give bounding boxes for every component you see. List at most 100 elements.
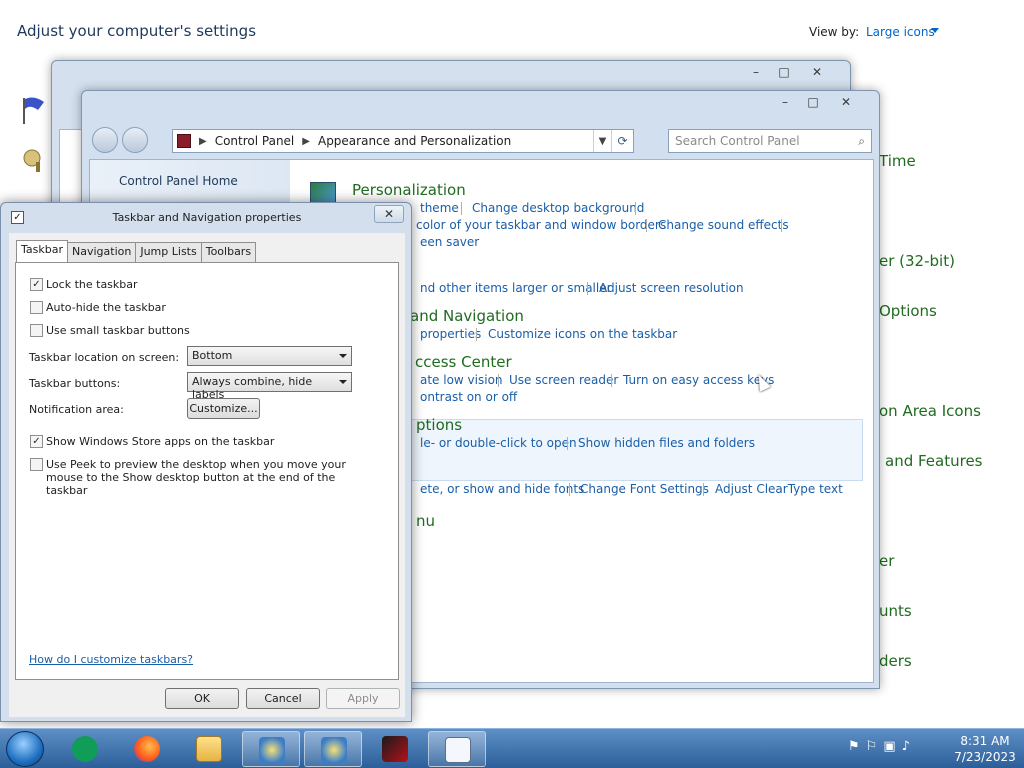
refresh-icon[interactable]: ⟳ (611, 130, 633, 152)
control-panel-home-link[interactable]: Control Panel Home (119, 174, 238, 188)
taskbar-app-control-panel-2[interactable] (304, 731, 362, 767)
apply-button[interactable]: Apply (326, 688, 400, 709)
navigation-heading[interactable]: nu (416, 512, 435, 530)
link-use-screen-reader[interactable]: Use screen reader (509, 373, 618, 387)
clock[interactable]: 8:31 AM 7/23/2023 (950, 733, 1020, 765)
breadcrumb-control-panel[interactable]: Control Panel (215, 134, 295, 148)
taskbar-navigation-heading[interactable]: and Navigation (410, 307, 524, 325)
minimize-icon[interactable]: – (771, 93, 799, 111)
taskbar-buttons-select[interactable]: Always combine, hide labels (187, 372, 352, 401)
close-icon[interactable]: ✕ (374, 205, 404, 223)
small-buttons-checkbox[interactable] (30, 324, 43, 337)
bg-item-flash-player[interactable]: er (32-bit) (879, 252, 955, 270)
link-separator (635, 202, 636, 215)
back-button[interactable] (92, 127, 118, 153)
peek-option[interactable]: Use Peek to preview the desktop when you… (30, 458, 380, 497)
small-buttons-option[interactable]: Use small taskbar buttons (30, 324, 190, 337)
maximize-icon[interactable]: □ (799, 93, 827, 111)
taskbar-app-firefox[interactable] (118, 731, 176, 767)
chevron-down-icon[interactable] (339, 380, 347, 384)
link-single-double-click[interactable]: le- or double-click to open (420, 436, 577, 450)
link-taskbar-properties[interactable]: properties (420, 327, 481, 341)
auto-hide-option[interactable]: Auto-hide the taskbar (30, 301, 166, 314)
bg-item-date-time[interactable]: Time (879, 152, 916, 170)
page-title: Adjust your computer's settings (17, 22, 257, 40)
start-button[interactable] (6, 731, 44, 767)
credential-icon[interactable] (18, 144, 50, 176)
lock-taskbar-label: Lock the taskbar (46, 278, 138, 291)
tab-navigation[interactable]: Navigation (67, 242, 137, 262)
taskbar-app-explorer[interactable] (180, 731, 238, 767)
network-icon[interactable]: ▣ (883, 739, 895, 754)
link-make-text-larger[interactable]: nd other items larger or smaller (420, 281, 612, 295)
link-adjust-cleartype[interactable]: Adjust ClearType text (715, 482, 843, 496)
link-high-contrast[interactable]: ontrast on or off (420, 390, 517, 404)
folder-options-heading[interactable]: ptions (416, 416, 462, 434)
view-by-chevron-icon[interactable] (931, 28, 939, 33)
taskbar-app-media[interactable] (366, 731, 424, 767)
link-preview-fonts[interactable]: ete, or show and hide fonts (420, 482, 584, 496)
taskbar-app-sheets[interactable] (56, 731, 114, 767)
volume-icon[interactable]: ♪ (902, 739, 910, 754)
personalization-heading[interactable]: Personalization (352, 181, 466, 199)
lock-taskbar-option[interactable]: ✓ Lock the taskbar (30, 278, 138, 291)
minimize-icon[interactable]: – (742, 63, 770, 81)
breadcrumb-chevron-icon[interactable]: ▶ (199, 136, 207, 147)
customize-button[interactable]: Customize... (187, 398, 260, 419)
taskbar-app-taskbar-properties[interactable] (428, 731, 486, 767)
bg-item-notification-area-icons[interactable]: on Area Icons (879, 402, 981, 420)
cancel-button[interactable]: Cancel (246, 688, 320, 709)
tab-toolbars[interactable]: Toolbars (200, 242, 257, 262)
chevron-down-icon[interactable] (339, 354, 347, 358)
taskbar: ⚑ ⚐ ▣ ♪ 8:31 AM 7/23/2023 (0, 728, 1024, 768)
bg-item-folder-options[interactable]: Options (879, 302, 937, 320)
link-change-theme[interactable]: theme (420, 201, 459, 215)
link-separator (781, 219, 782, 232)
auto-hide-checkbox[interactable] (30, 301, 43, 314)
clock-time: 8:31 AM (960, 734, 1010, 748)
taskbar-app-control-panel-1[interactable] (242, 731, 300, 767)
link-screen-saver[interactable]: een saver (420, 235, 479, 249)
tab-taskbar[interactable]: Taskbar (16, 240, 68, 262)
location-select[interactable]: Bottom (187, 346, 352, 366)
flag-icon[interactable] (18, 94, 50, 126)
flag-alert-icon[interactable]: ⚐ (866, 739, 878, 754)
bg-item-work-folders[interactable]: ders (879, 652, 912, 670)
link-change-desktop-background[interactable]: Change desktop background (472, 201, 644, 215)
link-change-font-settings[interactable]: Change Font Settings (580, 482, 709, 496)
ok-button[interactable]: OK (165, 688, 239, 709)
link-show-hidden-files[interactable]: Show hidden files and folders (578, 436, 755, 450)
address-bar[interactable]: ▶ Control Panel ▶ Appearance and Persona… (172, 129, 634, 153)
ease-of-access-heading[interactable]: ccess Center (415, 353, 512, 371)
personalization-icon[interactable] (310, 182, 336, 204)
search-icon[interactable]: ⌕ (858, 134, 865, 149)
tab-jump-lists[interactable]: Jump Lists (135, 242, 202, 262)
peek-checkbox[interactable] (30, 458, 43, 471)
bg-item-troubleshooter[interactable]: er (879, 552, 894, 570)
bg-item-user-accounts[interactable]: unts (879, 602, 912, 620)
store-apps-checkbox[interactable]: ✓ (30, 435, 43, 448)
link-customize-taskbar-icons[interactable]: Customize icons on the taskbar (488, 327, 677, 341)
help-link[interactable]: How do I customize taskbars? (29, 653, 193, 666)
link-accommodate-low-vision[interactable]: ate low vision (420, 373, 503, 387)
clock-date: 7/23/2023 (954, 750, 1016, 764)
breadcrumb-appearance[interactable]: Appearance and Personalization (318, 134, 511, 148)
link-adjust-screen-resolution[interactable]: Adjust screen resolution (599, 281, 744, 295)
search-placeholder: Search Control Panel (675, 134, 800, 148)
action-center-icon[interactable]: ⚑ (848, 739, 860, 754)
link-change-sound-effects[interactable]: Change sound effects (658, 218, 789, 232)
bg-item-programs-and-features[interactable]: and Features (885, 452, 983, 470)
breadcrumb-chevron-icon[interactable]: ▶ (302, 136, 310, 147)
address-dropdown-icon[interactable]: ▼ (593, 130, 611, 152)
view-by-dropdown[interactable]: Large icons (866, 25, 935, 39)
forward-button[interactable] (122, 127, 148, 153)
link-change-color[interactable]: color of your taskbar and window borders (416, 218, 666, 232)
link-turn-on-easy-access-keys[interactable]: Turn on easy access keys (623, 373, 774, 387)
close-icon[interactable]: ✕ (827, 93, 865, 111)
store-apps-option[interactable]: ✓ Show Windows Store apps on the taskbar (30, 435, 274, 448)
search-input[interactable]: Search Control Panel ⌕ (668, 129, 872, 153)
maximize-icon[interactable]: □ (770, 63, 798, 81)
tab-strip: Taskbar Navigation Jump Lists Toolbars (16, 240, 257, 262)
close-icon[interactable]: ✕ (798, 63, 836, 81)
lock-taskbar-checkbox[interactable]: ✓ (30, 278, 43, 291)
